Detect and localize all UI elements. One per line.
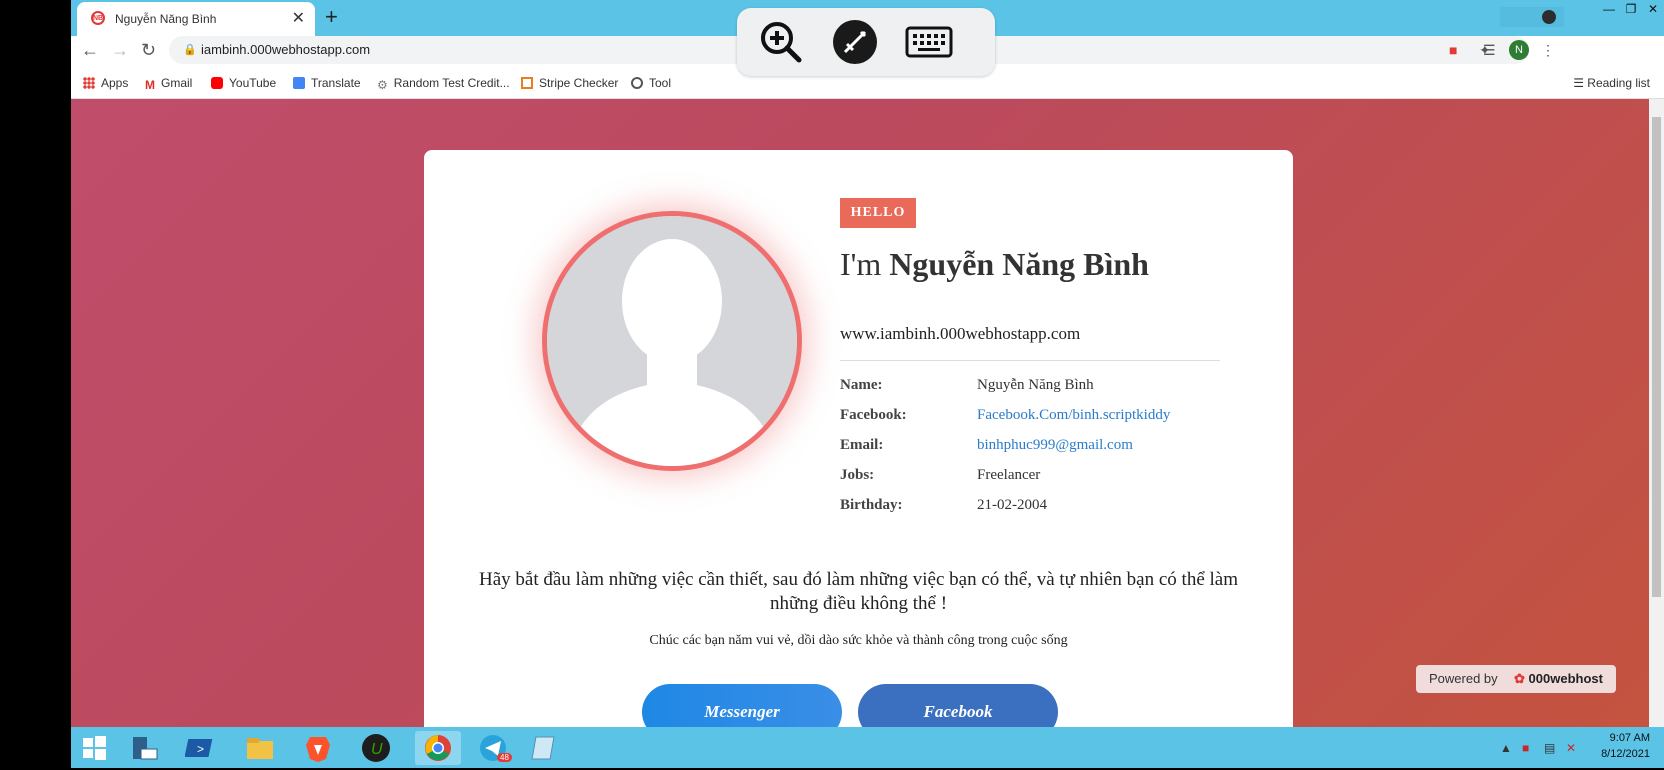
globe-icon — [631, 77, 643, 89]
hello-badge: HELLO — [840, 198, 916, 228]
menu-kebab-icon[interactable]: ⋮ — [1541, 42, 1555, 59]
svg-text:>: > — [197, 742, 204, 756]
telegram-icon[interactable]: 48 — [471, 731, 517, 765]
tab-title: Nguyễn Năng Bình — [115, 12, 217, 26]
network-icon[interactable]: ▤ — [1544, 741, 1558, 755]
clock-date: 8/12/2021 — [1601, 748, 1650, 760]
page-scrollbar[interactable] — [1649, 99, 1664, 727]
gmail-icon: M — [145, 78, 155, 92]
upwork-icon[interactable]: U — [359, 731, 393, 765]
disconnect-icon[interactable] — [831, 18, 879, 66]
reload-icon[interactable]: ↻ — [141, 40, 156, 61]
divider — [840, 360, 1220, 361]
notepad-icon[interactable] — [529, 731, 563, 765]
tray-chevron-icon[interactable]: ▲ — [1500, 741, 1514, 755]
telegram-badge: 48 — [497, 753, 512, 762]
default-avatar-icon — [547, 216, 797, 466]
zoom-in-icon[interactable] — [757, 18, 805, 66]
scrollbar-thumb[interactable] — [1652, 117, 1661, 597]
browser-tab[interactable]: NB Nguyễn Năng Bình ✕ — [77, 2, 315, 36]
bookmark-gmail[interactable]: M Gmail — [145, 76, 192, 92]
restore-icon[interactable]: ❐ — [1620, 0, 1642, 18]
start-button[interactable] — [77, 731, 111, 765]
powered-brand: ✿ 000webhost — [1514, 671, 1603, 686]
remote-toolbar — [737, 8, 995, 76]
web-page: HELLO I'm Nguyễn Năng Bình www.iambinh.0… — [71, 99, 1649, 727]
bookmark-tool[interactable]: Tool — [631, 76, 671, 90]
bookmark-youtube[interactable]: YouTube — [211, 76, 276, 90]
bookmark-random-test-credit[interactable]: ⚙ Random Test Credit... — [377, 76, 510, 92]
forward-arrow-icon[interactable]: → — [111, 40, 129, 61]
browser-window: NB Nguyễn Năng Bình ✕ + — ❐ ✕ ← → ↻ 🔒 iamb… — [71, 0, 1664, 727]
extensions-puzzle-icon[interactable]: ✦ — [1479, 42, 1491, 59]
gear-icon: ⚙ — [377, 78, 388, 92]
window-close-icon[interactable]: ✕ — [1642, 0, 1664, 18]
webhost-logo-icon: ✿ — [1514, 671, 1525, 686]
apps-icon — [83, 77, 95, 89]
tab-search-icon[interactable] — [1542, 10, 1556, 24]
extension-red-icon[interactable]: ■ — [1449, 42, 1457, 58]
svg-text:U: U — [371, 741, 383, 758]
wish-text: Chúc các bạn năm vui vẻ, dồi dào sức khỏ… — [649, 633, 1068, 648]
task-view-icon[interactable] — [127, 731, 161, 765]
facebook-button[interactable]: Facebook — [858, 684, 1058, 727]
quote-text: Hãy bắt đầu làm những việc cần thiết, sa… — [479, 569, 1238, 614]
site-url: www.iambinh.000webhostapp.com — [840, 324, 1081, 343]
windows-taskbar: > U 48 ▲ ■ ▤ ✕ 9:07 AM 8/12/2021 — [71, 727, 1664, 768]
system-clock[interactable]: 9:07 AM 8/12/2021 — [1601, 730, 1650, 762]
back-arrow-icon[interactable]: ← — [81, 40, 99, 61]
name-heading: Nguyễn Năng Bình — [889, 246, 1149, 282]
minimize-icon[interactable]: — — [1598, 0, 1620, 18]
file-explorer-icon[interactable] — [243, 731, 277, 765]
bookmark-stripe-checker[interactable]: Stripe Checker — [521, 76, 618, 90]
window-controls: — ❐ ✕ — [1598, 0, 1664, 20]
page-title: I'm Nguyễn Năng Bình — [840, 246, 1149, 282]
reading-list-button[interactable]: ☰ Reading list — [1573, 76, 1650, 90]
brave-browser-icon[interactable] — [301, 731, 335, 765]
site-favicon-icon: NB — [91, 11, 105, 25]
lock-icon: 🔒 — [183, 44, 197, 56]
bookmark-translate[interactable]: Translate — [293, 76, 361, 90]
youtube-icon — [211, 77, 223, 89]
translate-icon — [293, 77, 305, 89]
keyboard-icon[interactable] — [905, 18, 953, 66]
volume-muted-icon[interactable]: ✕ — [1566, 741, 1580, 755]
email-link[interactable]: binhphuc999@gmail.com — [977, 437, 1133, 454]
stripe-icon — [521, 77, 533, 89]
left-black-bar — [0, 0, 71, 768]
clock-time: 9:07 AM — [1609, 732, 1650, 744]
windows-logo-icon — [83, 736, 106, 760]
powered-by-badge[interactable]: Powered by ✿ 000webhost — [1416, 665, 1616, 693]
powershell-icon[interactable]: > — [184, 731, 219, 765]
url-text: iambinh.000webhostapp.com — [201, 42, 371, 57]
profile-avatar[interactable]: N — [1509, 40, 1529, 60]
reading-list-icon: ☰ — [1573, 76, 1588, 90]
new-tab-button[interactable]: + — [325, 4, 338, 30]
messenger-button[interactable]: Messenger — [642, 684, 842, 727]
chrome-taskbar-icon[interactable] — [415, 731, 461, 765]
facebook-link[interactable]: Facebook.Com/binh.scriptkiddy — [977, 407, 1170, 424]
avatar — [542, 211, 802, 471]
profile-card: HELLO I'm Nguyễn Năng Bình www.iambinh.0… — [424, 150, 1293, 727]
tray-app-icon[interactable]: ■ — [1522, 741, 1536, 755]
tab-close-icon[interactable]: ✕ — [292, 8, 305, 28]
bookmark-apps[interactable]: Apps — [83, 76, 128, 90]
